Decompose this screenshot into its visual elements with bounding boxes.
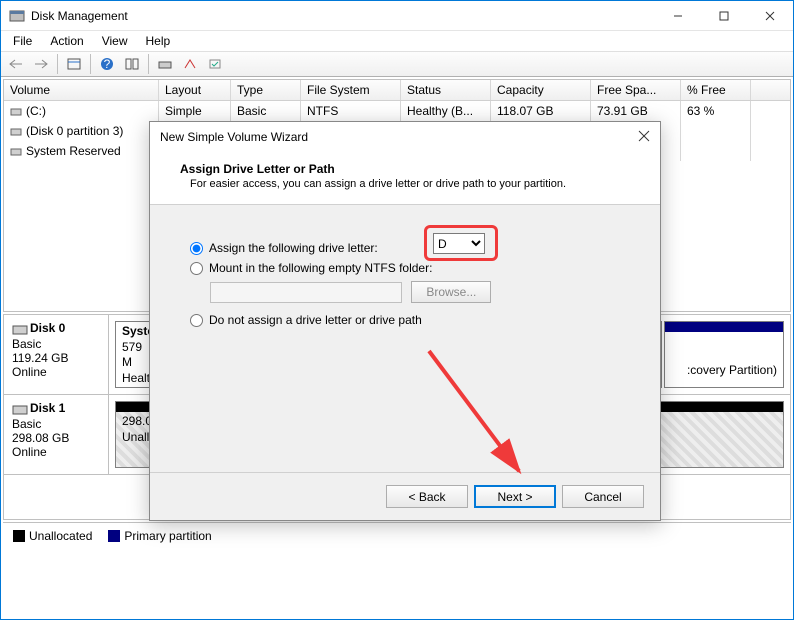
col-fs[interactable]: File System xyxy=(301,80,401,100)
vol-name: (C:) xyxy=(26,104,46,118)
volume-row[interactable]: (C:) Simple Basic NTFS Healthy (B... 118… xyxy=(4,101,790,121)
wizard-dialog: New Simple Volume Wizard Assign Drive Le… xyxy=(149,121,661,521)
main-titlebar: Disk Management xyxy=(1,1,793,31)
panel-icon[interactable] xyxy=(63,53,85,75)
menubar: File Action View Help xyxy=(1,31,793,51)
wizard-body: Assign the following drive letter: Mount… xyxy=(150,205,660,472)
close-button[interactable] xyxy=(747,1,793,31)
wizard-heading: Assign Drive Letter or Path xyxy=(180,162,335,176)
back-button[interactable]: < Back xyxy=(386,485,468,508)
menu-file[interactable]: File xyxy=(5,32,40,50)
menu-help[interactable]: Help xyxy=(138,32,179,50)
disk-name: Disk 0 xyxy=(30,321,65,335)
radio-assign-letter[interactable] xyxy=(190,242,203,255)
svg-text:?: ? xyxy=(104,57,111,71)
help-icon[interactable]: ? xyxy=(96,53,118,75)
layout-icon[interactable] xyxy=(121,53,143,75)
opt-assign-letter[interactable]: Assign the following drive letter: xyxy=(190,241,620,255)
radio-no-letter[interactable] xyxy=(190,314,203,327)
col-type[interactable]: Type xyxy=(231,80,301,100)
volume-header: Volume Layout Type File System Status Ca… xyxy=(4,80,790,101)
col-volume[interactable]: Volume xyxy=(4,80,159,100)
window-title: Disk Management xyxy=(31,9,655,23)
legend-unallocated: Unallocated xyxy=(29,529,92,543)
forward-icon[interactable] xyxy=(30,53,52,75)
disk-name: Disk 1 xyxy=(30,401,65,415)
col-layout[interactable]: Layout xyxy=(159,80,231,100)
col-status[interactable]: Status xyxy=(401,80,491,100)
ntfs-path-input xyxy=(210,282,402,303)
radio-mount-folder[interactable] xyxy=(190,262,203,275)
legend-primary: Primary partition xyxy=(124,529,211,543)
wizard-close-icon[interactable] xyxy=(638,130,650,145)
back-icon[interactable] xyxy=(5,53,27,75)
next-button[interactable]: Next > xyxy=(474,485,556,508)
minimize-button[interactable] xyxy=(655,1,701,31)
vol-name: System Reserved xyxy=(26,144,121,158)
wizard-header: Assign Drive Letter or Path For easier a… xyxy=(150,152,660,205)
menu-action[interactable]: Action xyxy=(42,32,91,50)
tool2-icon[interactable] xyxy=(179,53,201,75)
wizard-sub: For easier access, you can assign a driv… xyxy=(180,178,630,190)
toolbar: ? xyxy=(1,51,793,77)
disk-info[interactable]: Disk 0 Basic 119.24 GB Online xyxy=(4,315,109,394)
wizard-titlebar: New Simple Volume Wizard xyxy=(150,122,660,152)
wizard-title: New Simple Volume Wizard xyxy=(160,130,638,144)
vol-name: (Disk 0 partition 3) xyxy=(26,124,123,138)
legend: Unallocated Primary partition xyxy=(3,522,791,548)
app-icon xyxy=(9,8,25,24)
disk-info[interactable]: Disk 1 Basic 298.08 GB Online xyxy=(4,395,109,474)
cancel-button[interactable]: Cancel xyxy=(562,485,644,508)
col-capacity[interactable]: Capacity xyxy=(491,80,591,100)
drive-letter-select[interactable]: D xyxy=(433,233,485,254)
menu-view[interactable]: View xyxy=(94,32,136,50)
browse-button: Browse... xyxy=(411,281,491,303)
col-pct[interactable]: % Free xyxy=(681,80,751,100)
opt-no-letter[interactable]: Do not assign a drive letter or drive pa… xyxy=(190,313,620,327)
opt-mount-folder[interactable]: Mount in the following empty NTFS folder… xyxy=(190,261,620,275)
tool3-icon[interactable] xyxy=(204,53,226,75)
wizard-buttons: < Back Next > Cancel xyxy=(150,472,660,520)
maximize-button[interactable] xyxy=(701,1,747,31)
partition[interactable]: :covery Partition) xyxy=(664,321,784,388)
col-free[interactable]: Free Spa... xyxy=(591,80,681,100)
tool1-icon[interactable] xyxy=(154,53,176,75)
